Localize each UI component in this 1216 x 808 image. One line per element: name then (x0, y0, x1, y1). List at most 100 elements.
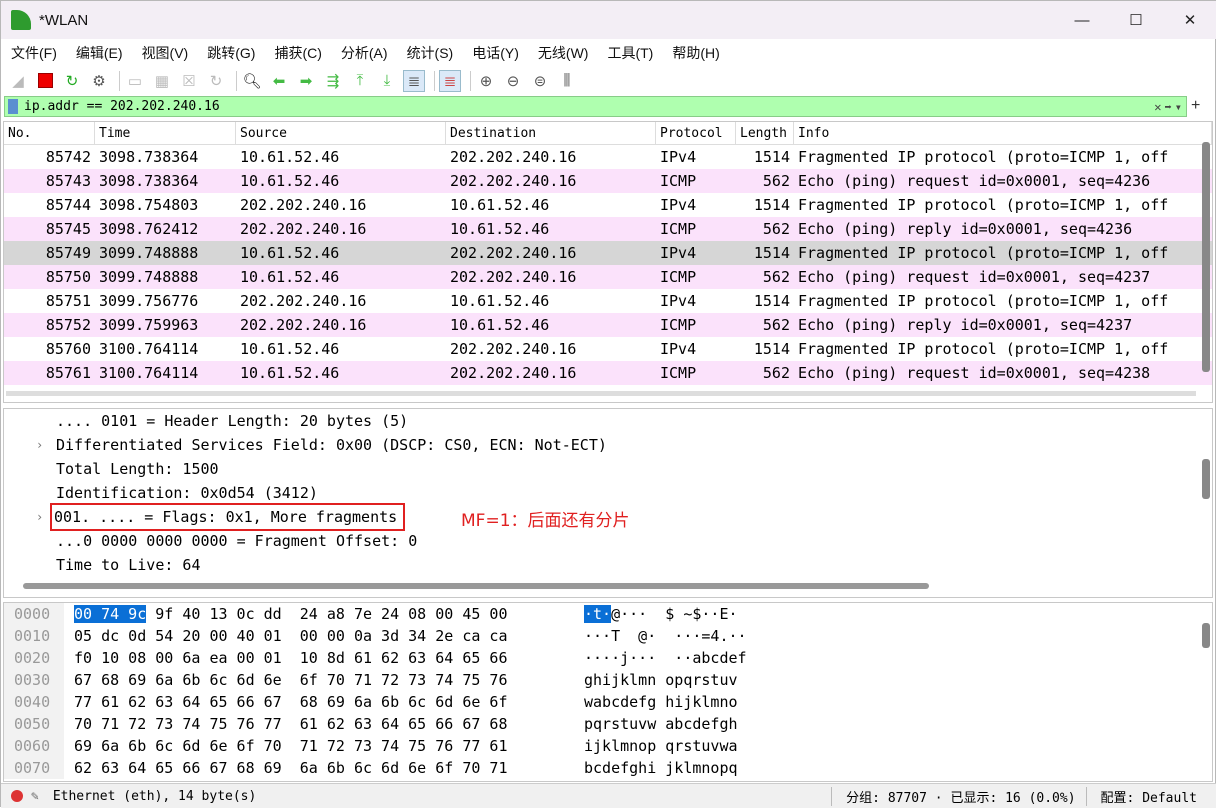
go-back-icon[interactable]: ⬅ (268, 70, 290, 92)
colorize-icon[interactable]: ≣ (439, 69, 461, 92)
packet-row[interactable]: 85760 3100.764114 10.61.52.46 202.202.240.1… (4, 337, 1212, 361)
auto-scroll-icon[interactable]: ≣ (403, 69, 425, 92)
packet-row[interactable]: 85749 3099.748888 10.61.52.46 202.202.240.1… (4, 241, 1212, 265)
bytes-scrollbar[interactable] (1202, 623, 1210, 648)
packet-row[interactable]: 85743 3098.738364 10.61.52.46 202.202.240.1… (4, 169, 1212, 193)
filter-history-dropdown[interactable]: ▾ (1175, 100, 1182, 114)
expert-info-icon[interactable] (11, 790, 23, 802)
detail-text: 001. .... = Flags: 0x1, More fragments (49, 503, 406, 531)
packet-cell-info: Echo (ping) request id=0x0001, seq=4237 (798, 268, 1151, 286)
packet-row[interactable]: 85751 3099.756776 202.202.240.16 10.61.52.4… (4, 289, 1212, 313)
packet-row[interactable]: 85750 3099.748888 10.61.52.46 202.202.240.1… (4, 265, 1212, 289)
column-header-no[interactable]: No. (4, 122, 95, 145)
packet-cell-proto: ICMP (660, 316, 697, 334)
maximize-button[interactable]: ☐ (1109, 1, 1163, 39)
add-filter-button[interactable]: + (1191, 97, 1200, 115)
restart-capture-icon[interactable]: ↻ (61, 70, 83, 92)
go-first-icon[interactable]: ⤒ (349, 70, 371, 92)
detail-row[interactable]: › Differentiated Services Field: 0x00 (DS… (4, 433, 1212, 457)
resize-columns-icon[interactable]: ⫼ (556, 70, 578, 92)
menu-item[interactable]: 电话(Y) (472, 43, 519, 63)
column-header-info[interactable]: Info (794, 122, 1212, 145)
bytes-hex[interactable]: 05 dc 0d 54 20 00 40 01 00 00 0a 3d 34 2… (64, 625, 574, 647)
packet-row[interactable]: 85742 3098.738364 10.61.52.46 202.202.240.1… (4, 145, 1212, 169)
packet-row[interactable]: 85752 3099.759963 202.202.240.16 10.61.52.4… (4, 313, 1212, 337)
column-header-destination[interactable]: Destination (446, 122, 656, 145)
detail-row[interactable]: Identification: 0x0d54 (3412) (4, 481, 1212, 505)
status-profile[interactable]: 配置: Default (1085, 786, 1216, 806)
close-button[interactable]: ✕ (1163, 1, 1216, 39)
stop-capture-icon[interactable] (34, 70, 56, 92)
bytes-hex[interactable]: 69 6a 6b 6c 6d 6e 6f 70 71 72 73 74 75 7… (64, 735, 574, 757)
find-packet-icon[interactable]: 🔍︎ (241, 70, 263, 92)
bytes-ascii[interactable]: ···T @· ···=4.·· (574, 625, 747, 647)
start-capture-icon[interactable]: ◢ (7, 70, 29, 92)
details-hscrollbar[interactable] (23, 583, 929, 589)
detail-row[interactable]: ...0 0000 0000 0000 = Fragment Offset: 0 (4, 529, 1212, 553)
bytes-ascii[interactable]: pqrstuvw abcdefgh (574, 713, 738, 735)
save-file-icon[interactable]: ▦ (151, 70, 173, 92)
menu-item[interactable]: 文件(F) (11, 43, 57, 63)
bytes-hex[interactable]: f0 10 08 00 6a ea 00 01 10 8d 61 62 63 6… (64, 647, 574, 669)
zoom-out-icon[interactable]: ⊖ (502, 70, 524, 92)
divider (236, 70, 237, 91)
bytes-hex[interactable]: 00 74 9c 9f 40 13 0c dd 24 a8 7e 24 08 0… (64, 603, 574, 625)
packet-cell-no: 85743 (45, 172, 91, 190)
menu-item[interactable]: 编辑(E) (76, 43, 123, 63)
go-forward-icon[interactable]: ➡ (295, 70, 317, 92)
edit-comment-icon[interactable]: ✎ (31, 789, 39, 804)
apply-filter-icon[interactable]: ➡ (1165, 100, 1172, 114)
display-filter-input[interactable]: ip.addr == 202.202.240.16 (24, 99, 220, 114)
reload-file-icon[interactable]: ↻ (205, 70, 227, 92)
bytes-ascii[interactable]: bcdefghi jklmnopq (574, 757, 738, 779)
packet-row[interactable]: 85761 3100.764114 10.61.52.46 202.202.240.1… (4, 361, 1212, 385)
menu-item[interactable]: 捕获(C) (274, 43, 321, 63)
open-file-icon[interactable]: ▭ (124, 70, 146, 92)
packet-cell-time: 3098.762412 (99, 220, 199, 238)
close-file-icon[interactable]: ☒ (178, 70, 200, 92)
capture-options-icon[interactable]: ⚙ (88, 70, 110, 92)
menu-item[interactable]: 统计(S) (407, 43, 454, 63)
bytes-ascii[interactable]: ghijklmn opqrstuv (574, 669, 738, 691)
bytes-hex[interactable]: 77 61 62 63 64 65 66 67 68 69 6a 6b 6c 6… (64, 691, 574, 713)
packet-row[interactable]: 85744 3098.754803 202.202.240.16 10.61.52.4… (4, 193, 1212, 217)
menu-item[interactable]: 视图(V) (142, 43, 189, 63)
bytes-ascii[interactable]: ·t·@··· $ ~$··E· (574, 603, 738, 625)
normal-size-icon[interactable]: ⊜ (529, 70, 551, 92)
bytes-offset: 0040 (4, 691, 64, 713)
detail-row[interactable]: Total Length: 1500 (4, 457, 1212, 481)
menu-item[interactable]: 分析(A) (341, 43, 388, 63)
go-to-packet-icon[interactable]: ⇶ (322, 70, 344, 92)
menu-item[interactable]: 工具(T) (607, 43, 653, 63)
packet-list-hscrollbar[interactable] (6, 391, 1196, 396)
column-header-protocol[interactable]: Protocol (656, 122, 736, 145)
column-header-time[interactable]: Time (95, 122, 236, 145)
zoom-in-icon[interactable]: ⊕ (475, 70, 497, 92)
bytes-hex[interactable]: 70 71 72 73 74 75 76 77 61 62 63 64 65 6… (64, 713, 574, 735)
display-filter-bar[interactable]: ip.addr == 202.202.240.16 ✕ ➡ ▾ (4, 96, 1187, 117)
go-last-icon[interactable]: ⤓ (376, 70, 398, 92)
column-header-source[interactable]: Source (236, 122, 446, 145)
bytes-hex[interactable]: 67 68 69 6a 6b 6c 6d 6e 6f 70 71 72 73 7… (64, 669, 574, 691)
minimize-button[interactable]: — (1055, 1, 1109, 39)
detail-row[interactable]: .... 0101 = Header Length: 20 bytes (5) (4, 409, 1212, 433)
packet-row[interactable]: 85745 3098.762412 202.202.240.16 10.61.52.4… (4, 217, 1212, 241)
clear-filter-icon[interactable]: ✕ (1154, 100, 1161, 114)
packet-cell-proto: ICMP (660, 220, 697, 238)
bytes-ascii[interactable]: wabcdefg hijklmno (574, 691, 738, 713)
expand-arrow-icon[interactable]: › (36, 433, 43, 457)
packet-cell-src: 10.61.52.46 (240, 340, 340, 358)
details-scrollbar[interactable] (1202, 459, 1210, 499)
detail-row[interactable]: Time to Live: 64 (4, 553, 1212, 577)
packet-list-scrollbar[interactable] (1202, 142, 1210, 372)
menu-item[interactable]: 跳转(G) (207, 43, 255, 63)
menu-item[interactable]: 无线(W) (538, 43, 589, 63)
expand-arrow-icon[interactable]: › (36, 505, 43, 529)
packet-cell-no: 85745 (45, 220, 91, 238)
column-header-length[interactable]: Length (736, 122, 794, 145)
bytes-hex[interactable]: 62 63 64 65 66 67 68 69 6a 6b 6c 6d 6e 6… (64, 757, 574, 779)
bookmark-icon[interactable] (8, 99, 18, 114)
bytes-ascii[interactable]: ····j··· ··abcdef (574, 647, 747, 669)
menu-item[interactable]: 帮助(H) (672, 43, 719, 63)
bytes-ascii[interactable]: ijklmnop qrstuvwa (574, 735, 738, 757)
